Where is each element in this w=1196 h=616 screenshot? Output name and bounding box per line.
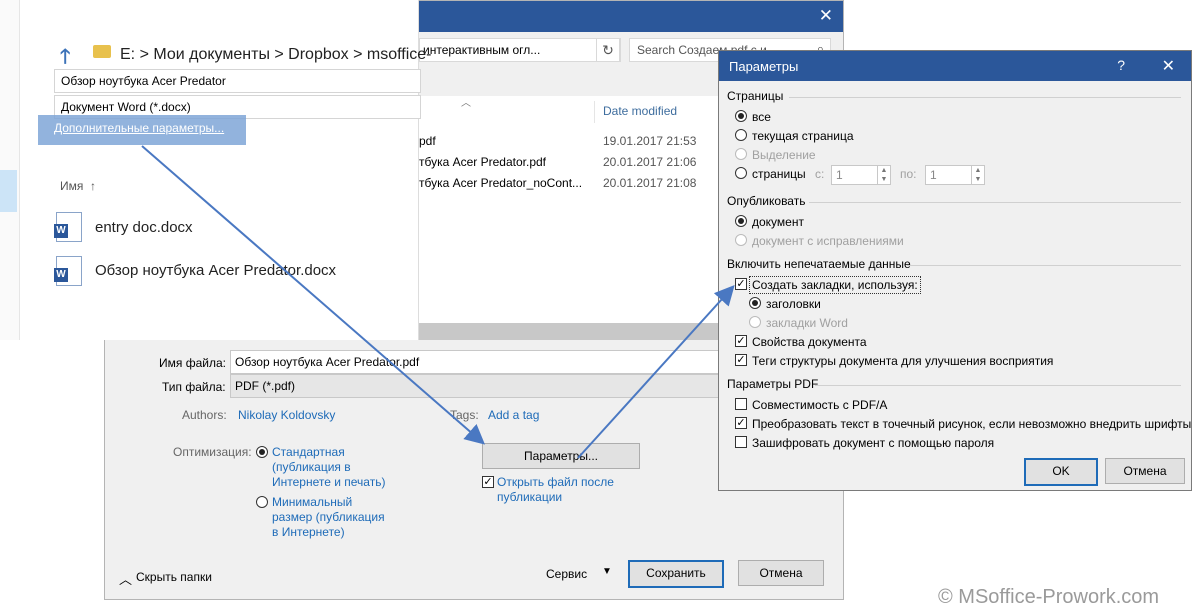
arrow-to-params-button [141, 145, 486, 445]
watermark: © MSoffice-Prowork.com [938, 586, 1160, 608]
annotation-arrows [141, 145, 735, 459]
arrow-to-bookmarks-option [577, 285, 735, 459]
